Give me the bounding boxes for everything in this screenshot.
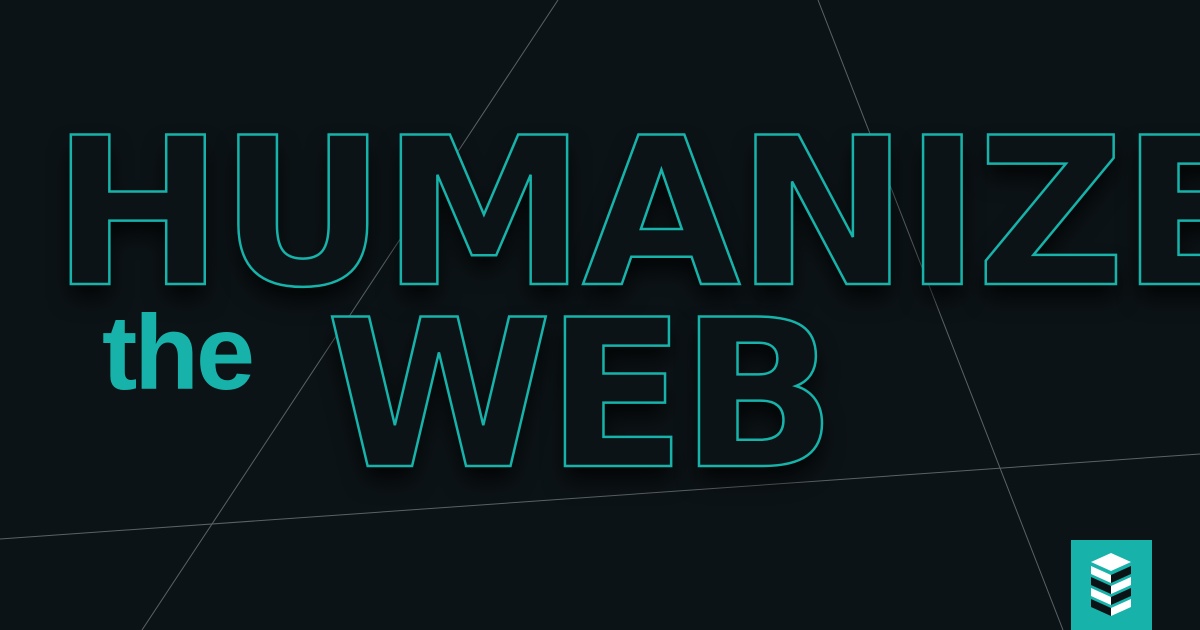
stacked-layers-icon	[1091, 553, 1131, 616]
banner-canvas: HUMANIZE the WEB	[0, 0, 1200, 630]
brand-logo	[1071, 540, 1152, 630]
headline-web: WEB	[325, 277, 838, 515]
headline-connector: the	[102, 294, 255, 412]
